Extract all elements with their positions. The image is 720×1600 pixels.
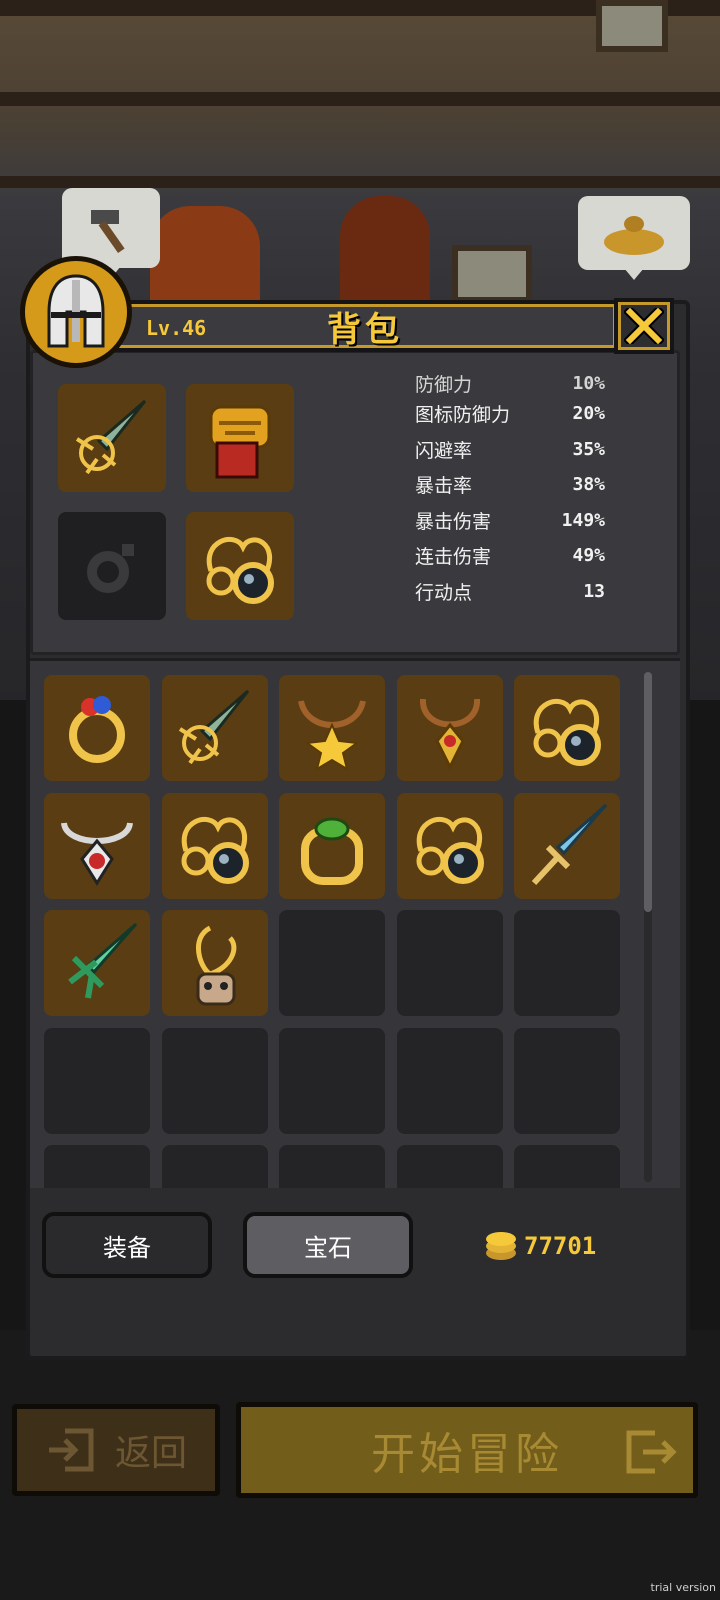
stat-value: 10% [572, 372, 605, 394]
npc-blacksmith[interactable] [150, 206, 260, 306]
stat-row: 行动点 13 [415, 574, 605, 610]
inventory-slot[interactable] [44, 792, 150, 899]
inventory-slot-empty[interactable] [44, 1027, 150, 1134]
roof-beam [0, 92, 720, 106]
tab-gems[interactable]: 宝石 [243, 1212, 413, 1278]
stat-label: 图标防御力 [415, 404, 511, 427]
inventory-slot-empty[interactable] [396, 1145, 503, 1188]
stat-value: 35% [572, 438, 605, 460]
inventory-slot-empty[interactable] [279, 1145, 385, 1188]
inventory-slot[interactable] [161, 675, 268, 781]
amulet-icon [416, 816, 484, 884]
inventory-slot-empty[interactable] [396, 910, 503, 1016]
stat-label: 暴击率 [415, 475, 473, 498]
inventory-slot-empty[interactable] [396, 1027, 503, 1134]
stats-list: 防御力 10% 图标防御力 20% 闪避率 35% 暴击率 38% 暴击伤害 1… [415, 373, 605, 610]
start-adventure-button[interactable]: 开始冒险 [236, 1402, 698, 1498]
window [596, 0, 668, 52]
panel-title: 背包 [327, 309, 403, 350]
ring-icon [69, 696, 125, 763]
amulet-icon [181, 816, 249, 884]
equipped-amulet-slot[interactable] [186, 512, 294, 620]
emerald-ring-icon [301, 817, 363, 885]
coin-icon [486, 1232, 516, 1260]
inventory-grid[interactable] [30, 658, 680, 1188]
stat-row: 闪避率 35% [415, 432, 605, 468]
inventory-slot[interactable] [396, 675, 503, 781]
stat-row: 暴击伤害 149% [415, 503, 605, 539]
inventory-slot[interactable] [44, 910, 150, 1016]
inventory-slot-empty[interactable] [279, 910, 385, 1016]
back-label: 返回 [114, 1433, 187, 1474]
stat-value: 38% [572, 474, 605, 496]
roof-beam [0, 176, 720, 188]
equipped-armor-slot[interactable] [186, 384, 294, 492]
inventory-scrollbar[interactable] [644, 672, 652, 1182]
hammer-icon [91, 210, 125, 254]
stat-label: 行动点 [415, 581, 473, 604]
window [452, 245, 532, 303]
inventory-slot-empty[interactable] [44, 1145, 150, 1188]
empty-ring-slot-icon [87, 544, 134, 593]
coin-counter: 77701 [484, 1224, 596, 1268]
inventory-slot[interactable] [161, 792, 268, 899]
amulet-icon [533, 698, 601, 766]
skull-necklace-icon [195, 925, 236, 1006]
back-button[interactable]: 返回 [12, 1404, 220, 1496]
pendant-icon [419, 698, 480, 771]
watermark: trial version [650, 1581, 716, 1594]
panel-header: Lv.46 背包 [110, 300, 620, 352]
star-necklace-icon [298, 700, 366, 772]
stat-value: 49% [572, 545, 605, 567]
inventory-slot-empty[interactable] [161, 1027, 268, 1134]
inventory-slot-empty[interactable] [279, 1027, 385, 1134]
money-bag-bubble[interactable] [578, 196, 690, 280]
ruby-necklace-icon [61, 821, 133, 886]
inventory-slot[interactable] [161, 910, 268, 1016]
inventory-slot-empty[interactable] [161, 1145, 268, 1188]
helmet-icon [47, 274, 105, 348]
stat-row: 暴击率 38% [415, 467, 605, 503]
scroll-thumb[interactable] [644, 672, 652, 912]
stat-value: 20% [572, 403, 605, 425]
inventory-slot[interactable] [514, 675, 620, 781]
sword-icon [178, 689, 249, 765]
tab-equipment[interactable]: 装备 [42, 1212, 212, 1278]
equipped-ring-slot[interactable] [58, 512, 166, 620]
ice-sword-icon [531, 803, 608, 885]
stat-value: 149% [561, 509, 605, 531]
inventory-slot[interactable] [514, 792, 620, 899]
stat-label: 闪避率 [415, 439, 473, 462]
money-bag-icon [604, 216, 664, 255]
stat-row: 防御力 10% [415, 370, 605, 396]
enter-door-icon [48, 1428, 94, 1472]
inventory-slot[interactable] [279, 675, 385, 781]
stat-label: 防御力 [415, 373, 473, 396]
exit-door-icon [626, 1430, 677, 1474]
inventory-slot-empty[interactable] [514, 910, 620, 1016]
coin-amount: 77701 [524, 1232, 597, 1260]
close-icon [624, 308, 664, 344]
inventory-slot[interactable] [396, 792, 503, 899]
stat-label: 连击伤害 [415, 546, 492, 569]
armor-icon [209, 405, 271, 479]
npc-hooded[interactable] [340, 196, 430, 304]
sword-icon [75, 399, 147, 475]
player-avatar[interactable] [20, 256, 132, 368]
stat-value: 13 [583, 580, 605, 602]
green-sword-icon [68, 922, 138, 999]
inventory-slot[interactable] [44, 675, 150, 781]
inventory-slot[interactable] [279, 792, 385, 899]
inventory-slot-empty[interactable] [514, 1027, 620, 1134]
amulet-icon [206, 536, 274, 604]
stat-row: 图标防御力 20% [415, 396, 605, 432]
stat-label: 暴击伤害 [415, 510, 492, 533]
inventory-slot-empty[interactable] [514, 1145, 620, 1188]
close-button[interactable] [614, 298, 674, 354]
stat-row: 连击伤害 49% [415, 538, 605, 574]
equipped-weapon-slot[interactable] [58, 384, 166, 492]
start-label: 开始冒险 [371, 1429, 563, 1480]
